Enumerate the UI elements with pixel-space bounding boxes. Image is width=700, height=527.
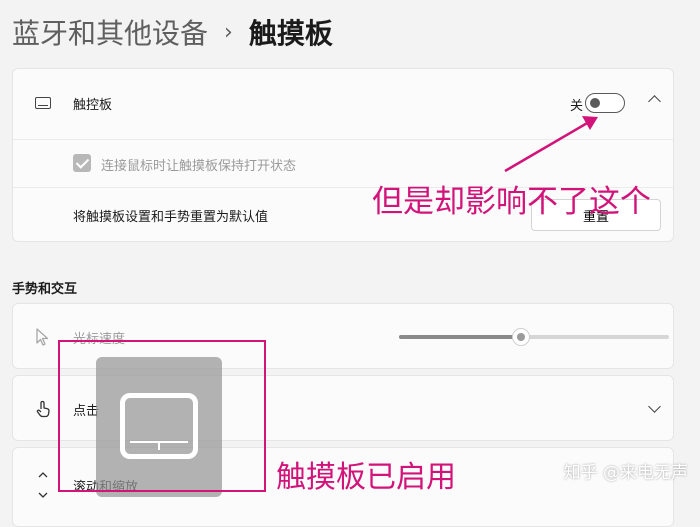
annotation-box-text: 触摸板已启用 <box>276 460 456 495</box>
watermark: 知乎 @来电无声 <box>563 463 688 483</box>
annotation-arrow-text: 但是却影响不了这个 <box>372 184 651 220</box>
annotation-arrow-icon <box>504 116 598 173</box>
